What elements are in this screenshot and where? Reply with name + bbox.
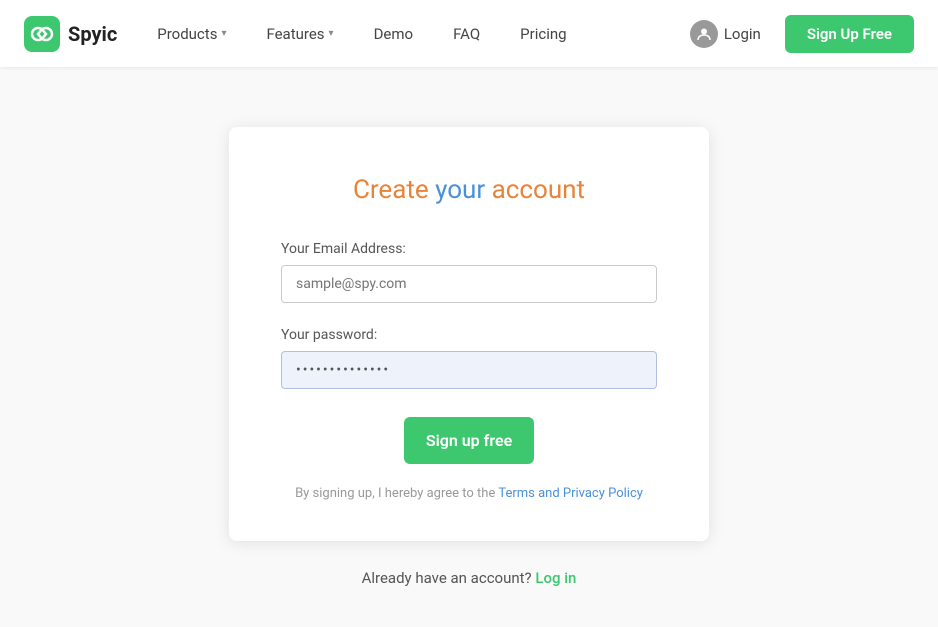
terms-text: By signing up, I hereby agree to the Ter… <box>281 486 657 501</box>
nav-signup-button[interactable]: Sign Up Free <box>785 15 914 53</box>
nav-features[interactable]: Features ▾ <box>250 17 349 51</box>
logo-text: Spyic <box>68 22 117 46</box>
signup-button[interactable]: Sign up free <box>404 417 534 464</box>
card-title: Create your account <box>281 175 657 205</box>
logo-link[interactable]: Spyic <box>24 16 117 52</box>
chevron-down-icon: ▾ <box>221 28 226 39</box>
password-group: Your password: <box>281 327 657 389</box>
title-account: account <box>485 175 585 205</box>
nav-faq[interactable]: FAQ <box>437 17 496 51</box>
password-label: Your password: <box>281 327 657 343</box>
nav-right: Login Sign Up Free <box>674 12 914 56</box>
email-group: Your Email Address: <box>281 241 657 303</box>
title-create: Create <box>353 175 435 205</box>
email-label: Your Email Address: <box>281 241 657 257</box>
terms-link[interactable]: Terms and Privacy Policy <box>498 486 643 501</box>
user-icon <box>690 20 718 48</box>
title-your: your <box>435 175 485 205</box>
chevron-down-icon: ▾ <box>329 28 334 39</box>
signup-card: Create your account Your Email Address: … <box>229 127 709 541</box>
already-account-text: Already have an account? Log in <box>362 569 577 587</box>
nav-products[interactable]: Products ▾ <box>141 17 242 51</box>
nav-demo[interactable]: Demo <box>358 17 430 51</box>
password-input[interactable] <box>281 351 657 389</box>
nav-pricing[interactable]: Pricing <box>504 17 582 51</box>
log-in-link[interactable]: Log in <box>535 569 576 587</box>
navbar: Spyic Products ▾ Features ▾ Demo FAQ Pri… <box>0 0 938 67</box>
nav-links: Products ▾ Features ▾ Demo FAQ Pricing <box>141 17 674 51</box>
main-content: Create your account Your Email Address: … <box>0 67 938 627</box>
login-button[interactable]: Login <box>674 12 777 56</box>
logo-icon <box>24 16 60 52</box>
email-input[interactable] <box>281 265 657 303</box>
